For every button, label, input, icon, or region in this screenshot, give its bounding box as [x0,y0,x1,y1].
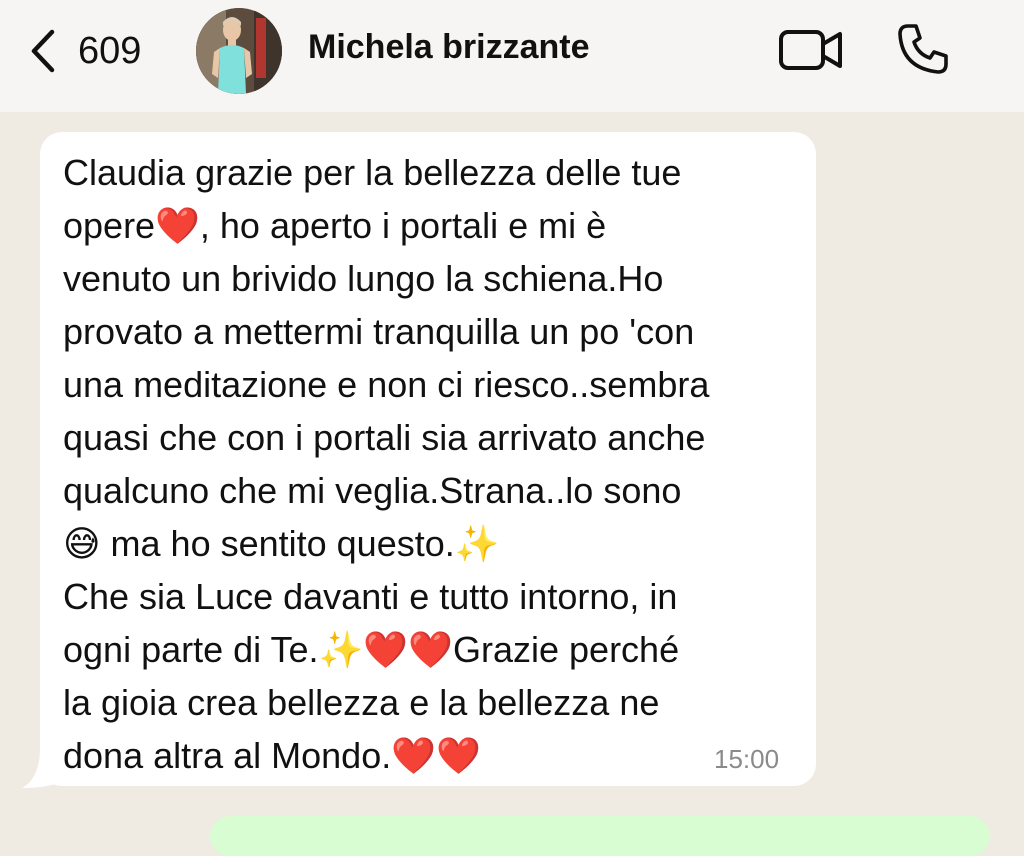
voice-call-button[interactable] [896,22,950,76]
contact-name[interactable]: Michela brizzante [308,28,590,67]
phone-icon [898,24,948,74]
avatar[interactable] [196,8,282,94]
message-time: 15:00 [714,744,780,774]
video-call-button[interactable] [778,28,844,72]
chat-header: 609 Michela brizzante [0,0,1024,112]
video-camera-icon [779,30,842,70]
chevron-left-icon [31,29,55,73]
avatar-image [196,8,282,94]
back-button[interactable]: 609 [28,26,141,76]
outgoing-message-bubble[interactable] [210,816,990,856]
unread-count: 609 [78,29,142,72]
message-text: Claudia grazie per la bellezza delle tue… [63,152,710,776]
